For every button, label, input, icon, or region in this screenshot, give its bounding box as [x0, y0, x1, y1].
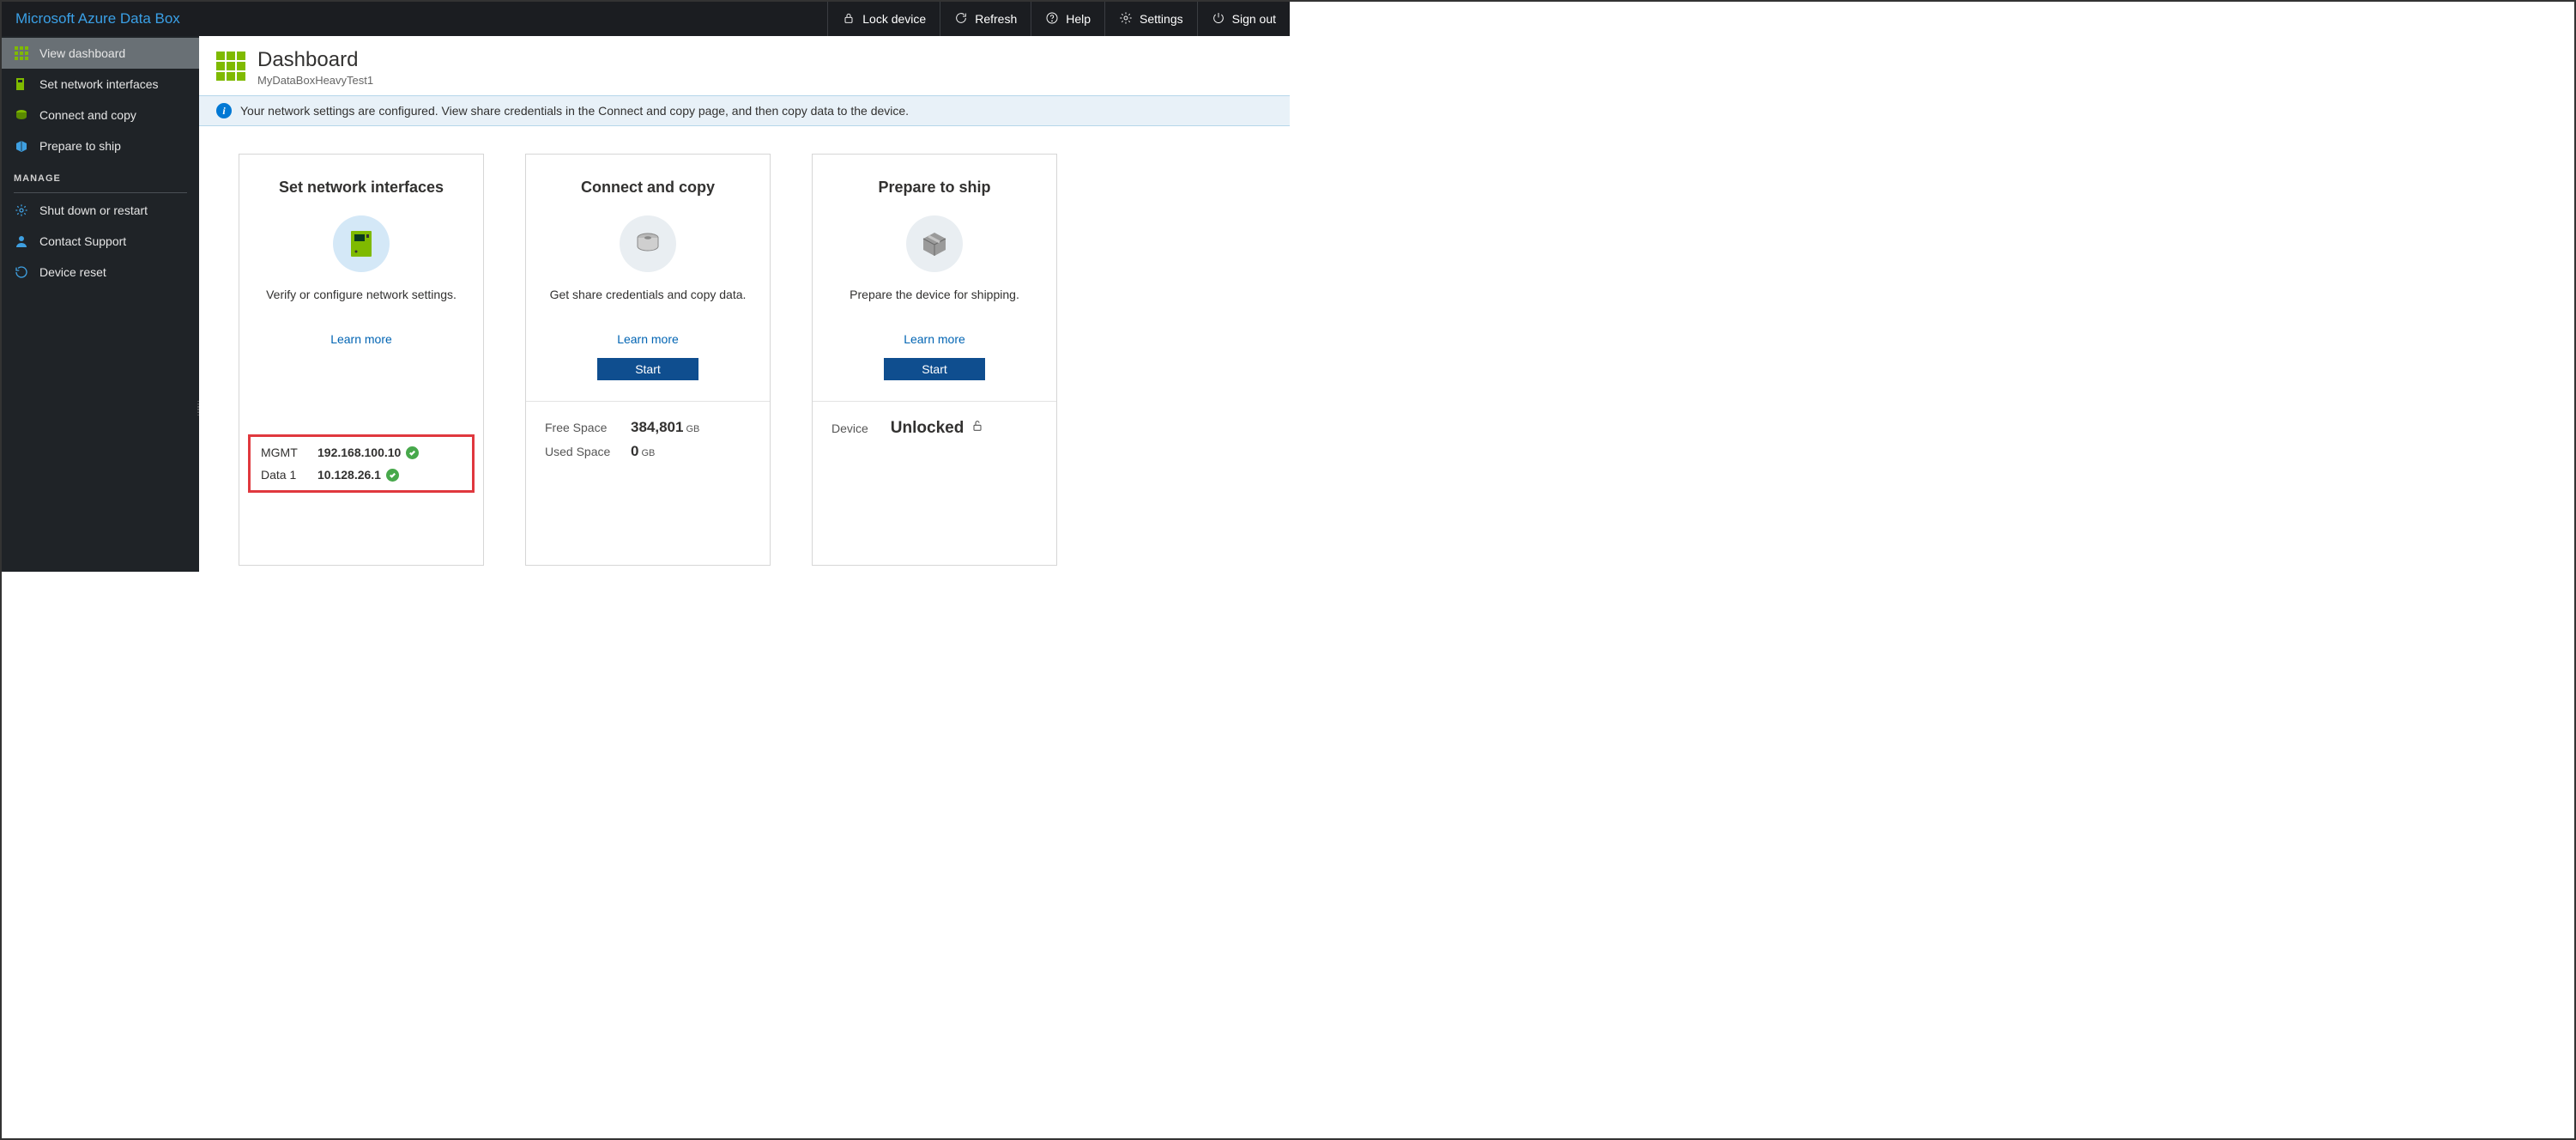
sidebar-item-reset[interactable]: Device reset	[2, 257, 199, 288]
server-icon	[14, 76, 29, 92]
used-space-unit: GB	[641, 448, 655, 458]
help-icon	[1045, 11, 1059, 27]
sidebar-section-manage: MANAGE	[2, 161, 199, 189]
grid-icon	[14, 45, 29, 61]
top-bar: Microsoft Azure Data Box Lock device Ref…	[2, 2, 1290, 36]
card-title: Set network interfaces	[279, 179, 444, 197]
free-space-value: 384,801	[631, 419, 683, 435]
card-description: Verify or configure network settings.	[266, 288, 457, 301]
start-button[interactable]: Start	[884, 358, 985, 380]
gear-icon	[14, 203, 29, 218]
page-subtitle: MyDataBoxHeavyTest1	[257, 74, 373, 87]
signout-button[interactable]: Sign out	[1197, 2, 1290, 36]
page-title: Dashboard	[257, 48, 373, 72]
lock-device-button[interactable]: Lock device	[827, 2, 940, 36]
divider	[14, 192, 187, 193]
refresh-label: Refresh	[975, 12, 1017, 26]
card-description: Get share credentials and copy data.	[550, 288, 747, 301]
person-icon	[14, 233, 29, 249]
sidebar-item-connect-copy[interactable]: Connect and copy	[2, 100, 199, 130]
start-button[interactable]: Start	[597, 358, 698, 380]
device-status-row: Device Unlocked	[813, 402, 1056, 455]
signout-label: Sign out	[1232, 12, 1276, 26]
sidebar-item-label: Contact Support	[39, 234, 126, 248]
help-button[interactable]: Help	[1031, 2, 1104, 36]
info-banner: i Your network settings are configured. …	[199, 95, 1290, 126]
interface-ip: 192.168.100.10	[317, 446, 401, 459]
check-icon	[386, 469, 399, 482]
server-icon	[333, 215, 390, 272]
sidebar-item-label: Prepare to ship	[39, 139, 121, 153]
lock-device-label: Lock device	[862, 12, 926, 26]
sidebar-item-label: Connect and copy	[39, 108, 136, 122]
sidebar-item-network[interactable]: Set network interfaces	[2, 69, 199, 100]
disk-icon	[14, 107, 29, 123]
learn-more-link[interactable]: Learn more	[617, 332, 679, 346]
dashboard-icon	[216, 52, 245, 81]
used-space-value: 0	[631, 443, 638, 459]
reset-icon	[14, 264, 29, 280]
card-prepare-ship: Prepare to ship Prepare the device for s…	[812, 154, 1057, 566]
brand-title: Microsoft Azure Data Box	[2, 2, 194, 36]
info-banner-text: Your network settings are configured. Vi…	[240, 104, 909, 118]
network-interfaces-box: MGMT 192.168.100.10 Data 1 10.128.26.1	[248, 434, 475, 493]
sidebar-item-label: View dashboard	[39, 46, 125, 60]
power-icon	[1212, 11, 1225, 27]
interface-name: MGMT	[261, 446, 312, 459]
sidebar-item-label: Shut down or restart	[39, 203, 148, 217]
card-title: Prepare to ship	[878, 179, 990, 197]
sidebar-item-support[interactable]: Contact Support	[2, 226, 199, 257]
interface-ip: 10.128.26.1	[317, 468, 381, 482]
sidebar-item-label: Set network interfaces	[39, 77, 159, 91]
card-title: Connect and copy	[581, 179, 715, 197]
settings-label: Settings	[1140, 12, 1183, 26]
learn-more-link[interactable]: Learn more	[330, 332, 392, 346]
package-icon	[906, 215, 963, 272]
space-stats: Free Space 384,801GB Used Space 0GB	[526, 402, 770, 472]
card-connect-copy: Connect and copy Get share credentials a…	[525, 154, 771, 566]
main-content: Dashboard MyDataBoxHeavyTest1 i Your net…	[199, 36, 1290, 572]
settings-button[interactable]: Settings	[1104, 2, 1197, 36]
gear-icon	[1119, 11, 1133, 27]
refresh-icon	[954, 11, 968, 27]
free-space-label: Free Space	[545, 421, 631, 434]
used-space-label: Used Space	[545, 445, 631, 458]
learn-more-link[interactable]: Learn more	[904, 332, 965, 346]
card-description: Prepare the device for shipping.	[850, 288, 1019, 301]
sidebar-item-label: Device reset	[39, 265, 106, 279]
interface-name: Data 1	[261, 468, 312, 482]
sidebar-item-view-dashboard[interactable]: View dashboard	[2, 38, 199, 69]
sidebar-item-shutdown[interactable]: Shut down or restart	[2, 195, 199, 226]
device-status-value: Unlocked	[891, 419, 964, 438]
card-network: Set network interfaces Verify or configu…	[239, 154, 484, 566]
help-label: Help	[1066, 12, 1091, 26]
refresh-button[interactable]: Refresh	[940, 2, 1031, 36]
lock-icon	[842, 11, 856, 27]
disk-stack-icon	[620, 215, 676, 272]
info-icon: i	[216, 103, 232, 118]
page-header: Dashboard MyDataBoxHeavyTest1	[199, 36, 1290, 95]
free-space-unit: GB	[686, 424, 699, 434]
check-icon	[406, 446, 419, 459]
package-icon	[14, 138, 29, 154]
sidebar-item-prepare-ship[interactable]: Prepare to ship	[2, 130, 199, 161]
device-label: Device	[831, 421, 868, 435]
sidebar: View dashboard Set network interfaces Co…	[2, 36, 199, 572]
unlock-icon	[971, 419, 984, 438]
